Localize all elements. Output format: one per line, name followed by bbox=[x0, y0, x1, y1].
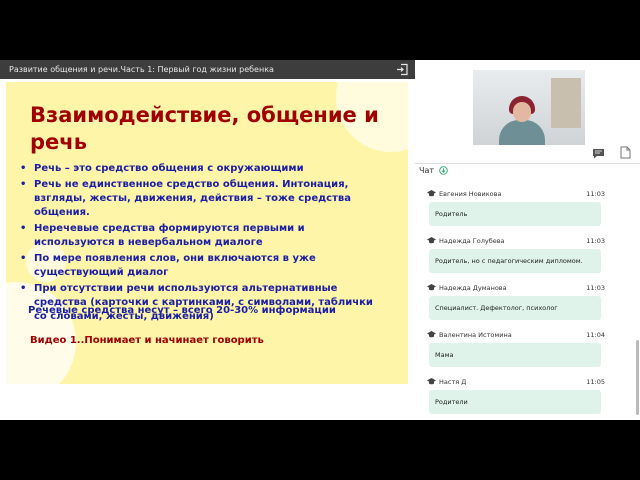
chat-scrollbar[interactable] bbox=[636, 340, 639, 415]
message-bubble: Мама bbox=[429, 343, 601, 367]
notes-icon[interactable] bbox=[620, 146, 631, 159]
chat-message: Валентина Истомина 11:04 Мама bbox=[425, 329, 605, 367]
message-time: 11:05 bbox=[586, 378, 605, 386]
presentation-bar: Развитие общения и речи.Часть 1: Первый … bbox=[0, 60, 415, 79]
slide-card: Взаимодействие, общение и речь • Речь – … bbox=[6, 82, 408, 384]
webcam-video[interactable] bbox=[473, 70, 585, 145]
chat-icon[interactable] bbox=[592, 148, 605, 159]
message-bubble: Родители bbox=[429, 390, 601, 414]
message-author: Валентина Истомина bbox=[439, 331, 512, 339]
message-time: 11:04 bbox=[586, 331, 605, 339]
message-time: 11:03 bbox=[586, 237, 605, 245]
slide-summary: Речевые средства несут – всего 20-30% ин… bbox=[28, 305, 336, 316]
chat-message: Надежда Думанова 11:03 Специалист. Дефек… bbox=[425, 282, 605, 320]
graduation-cap-icon bbox=[427, 378, 436, 385]
chat-label: Чат bbox=[419, 166, 435, 175]
message-time: 11:03 bbox=[586, 190, 605, 198]
exit-presentation-icon[interactable] bbox=[396, 63, 409, 76]
chat-message: Настя Д 11:05 Родители bbox=[425, 376, 605, 414]
message-bubble: Родитель bbox=[429, 202, 601, 226]
bullet-item: • Речь – это средство общения с окружающ… bbox=[20, 163, 304, 174]
message-author: Надежда Думанова bbox=[439, 284, 507, 292]
slide-heading-line: Взаимодействие, общение и bbox=[30, 103, 379, 127]
chat-message: Надежда Голубева 11:03 Родитель, но с пе… bbox=[425, 235, 605, 273]
graduation-cap-icon bbox=[427, 237, 436, 244]
bullet-item: • Речь не единственное средство общения.… bbox=[20, 179, 351, 218]
presentation-title: Развитие общения и речи.Часть 1: Первый … bbox=[9, 65, 274, 74]
webinar-app: Развитие общения и речи.Часть 1: Первый … bbox=[0, 60, 640, 420]
graduation-cap-icon bbox=[427, 190, 436, 197]
graduation-cap-icon bbox=[427, 284, 436, 291]
slide-heading-line: речь bbox=[30, 130, 87, 154]
bullet-item: • По мере появления слов, они включаются… bbox=[20, 253, 316, 278]
side-panel: Чат Евгения Новикова 11:03 Родитель Наде… bbox=[415, 60, 640, 420]
slide-heading: Взаимодействие, общение и речь bbox=[30, 102, 400, 156]
panel-tabs bbox=[415, 145, 640, 164]
message-time: 11:03 bbox=[586, 284, 605, 292]
graduation-cap-icon bbox=[427, 331, 436, 338]
slide-video-caption: Видео 1..Понимает и начинает говорить bbox=[30, 335, 264, 346]
slide-bullets: • Речь – это средство общения с окружающ… bbox=[20, 162, 392, 326]
message-bubble: Родитель, но с педагогическим дипломом. bbox=[429, 249, 601, 273]
message-bubble: Специалист. Дефектолог, психолог bbox=[429, 296, 601, 320]
arrow-down-circle-icon[interactable] bbox=[439, 166, 448, 175]
bullet-item: • Неречевые средства формируются первыми… bbox=[20, 223, 305, 248]
message-author: Настя Д bbox=[439, 378, 467, 386]
chat-message: Евгения Новикова 11:03 Родитель bbox=[425, 188, 605, 226]
message-author: Евгения Новикова bbox=[439, 190, 502, 198]
message-author: Надежда Голубева bbox=[439, 237, 505, 245]
presentation-slide: Взаимодействие, общение и речь • Речь – … bbox=[0, 79, 415, 420]
